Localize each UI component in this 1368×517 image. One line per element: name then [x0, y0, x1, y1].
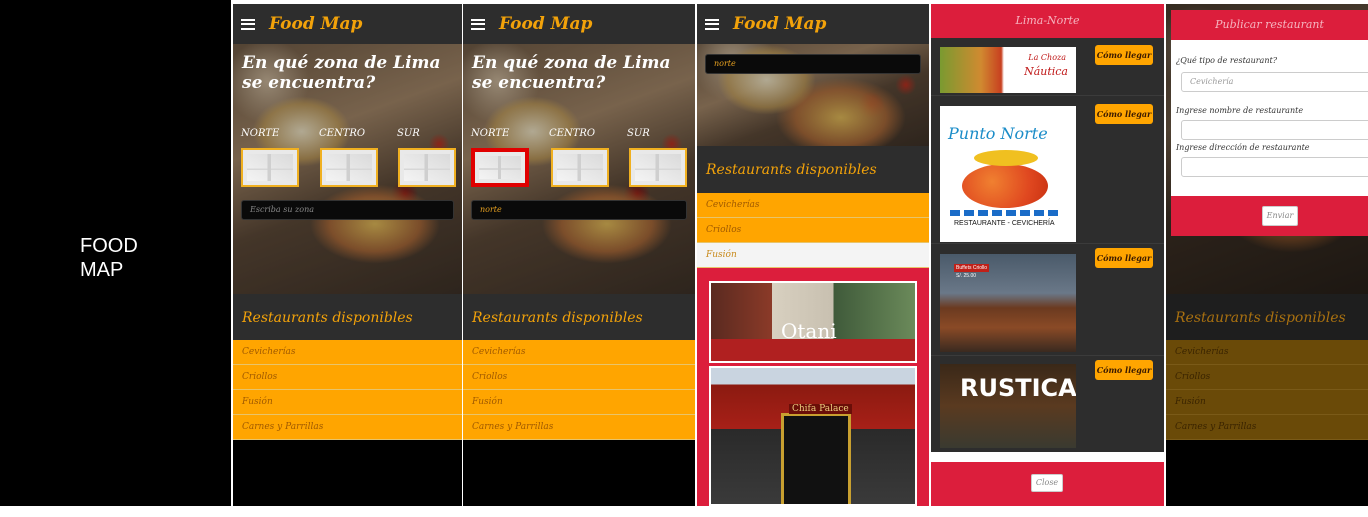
restaurant-name: Punto Norte [948, 124, 1048, 143]
category-criollos[interactable]: Criollos [463, 365, 695, 390]
available-title: Restaurants disponibles [472, 310, 643, 326]
restaurant-name-line1: La Choza [1028, 53, 1066, 62]
category-criollos: Criollos [1166, 365, 1368, 390]
results-list: La Choza Náutica Cómo llegar Punto Norte… [931, 38, 1164, 452]
menu-icon[interactable] [705, 18, 719, 30]
available-section: Restaurants disponibles [463, 294, 695, 340]
submit-button[interactable]: Enviar [1262, 206, 1298, 226]
restaurant-image-chifa[interactable]: Chifa Palace [709, 366, 917, 506]
category-carnes[interactable]: Carnes y Parrillas [463, 415, 695, 440]
waves-illustration [950, 210, 1060, 216]
category-fusion[interactable]: Fusión [233, 390, 462, 415]
address-label: Ingrese dirección de restaurante [1176, 143, 1310, 152]
zone-search-input[interactable]: norte [471, 200, 687, 220]
zone-label-centro: CENTRO [549, 128, 596, 139]
publish-screen: Restaurants disponibles Cevicherías Crio… [1166, 4, 1368, 506]
zone-label-sur: SUR [397, 128, 420, 139]
available-title: Restaurants disponibles [706, 162, 877, 178]
name-label: Ingrese nombre de restaurante [1176, 106, 1304, 115]
category-criollos[interactable]: Criollos [697, 218, 929, 243]
category-carnes: Carnes y Parrillas [1166, 415, 1368, 440]
buffet-price: S/. 25.00 [956, 273, 977, 279]
restaurant-logo-choza: La Choza Náutica [940, 47, 1076, 93]
zone-label-norte: NORTE [471, 128, 510, 139]
name-input[interactable] [1181, 120, 1368, 140]
close-button[interactable]: Close [1031, 474, 1063, 492]
type-label: ¿Qué tipo de restaurant? [1176, 56, 1277, 65]
app-logo: Food Map [733, 14, 827, 34]
category-cevicherias[interactable]: Cevicherías [233, 340, 462, 365]
restaurant-name-line2: Náutica [1024, 65, 1068, 78]
home-screen: Food Map En qué zona de Lima se encuentr… [233, 4, 462, 506]
map-centro[interactable] [551, 148, 609, 187]
map-sur[interactable] [398, 148, 456, 187]
category-carnes[interactable]: Carnes y Parrillas [233, 415, 462, 440]
how-to-get-button[interactable]: Cómo llegar [1095, 45, 1153, 65]
map-norte-selected[interactable] [471, 148, 529, 187]
publish-dialog: Publicar restaurant ¿Qué tipo de restaur… [1171, 10, 1368, 236]
map-sur[interactable] [629, 148, 687, 187]
available-title: Restaurants disponibles [242, 310, 413, 326]
intro-title: FOOD MAP [80, 235, 138, 281]
buffet-sign: Buffets Criollo [954, 264, 990, 272]
available-section: Restaurants disponibles [1166, 294, 1368, 340]
zone-label-sur: SUR [627, 128, 650, 139]
category-fusion-active[interactable]: Fusión [697, 243, 929, 268]
fusion-screen: Food Map norte Restaurants disponibles C… [697, 4, 929, 506]
zone-maps [471, 148, 687, 188]
restaurant-name: RUSTICA [960, 374, 1076, 402]
zone-label-norte: NORTE [241, 128, 280, 139]
publish-title: Publicar restaurant [1171, 10, 1368, 40]
app-header: Food Map [697, 4, 929, 44]
app-header: Food Map [233, 4, 462, 44]
how-to-get-button[interactable]: Cómo llegar [1095, 360, 1153, 380]
available-section: Restaurants disponibles [233, 294, 462, 340]
zone-question: En qué zona de Lima se encuentra? [472, 53, 671, 93]
restaurant-logo-punto-norte: Punto Norte RESTAURANTE - CEVICHERÍA [940, 106, 1076, 242]
zone-maps [241, 148, 456, 188]
zone-label-centro: CENTRO [319, 128, 366, 139]
fish-illustration [962, 164, 1048, 208]
otani-sign: Otani [781, 319, 837, 343]
zone-search-input[interactable]: Escriba su zona [241, 200, 454, 220]
zone-search-input[interactable]: norte [705, 54, 921, 74]
intro-panel: FOOD MAP [0, 0, 231, 506]
result-row: Punto Norte RESTAURANTE - CEVICHERÍA Cóm… [931, 96, 1164, 244]
category-cevicherias[interactable]: Cevicherías [463, 340, 695, 365]
result-row: RUSTICA Cómo llegar [931, 356, 1164, 452]
category-cevicherias: Cevicherías [1166, 340, 1368, 365]
category-cevicherias[interactable]: Cevicherías [697, 193, 929, 218]
app-logo: Food Map [499, 14, 593, 34]
menu-icon[interactable] [241, 18, 255, 30]
address-input[interactable] [1181, 157, 1368, 177]
available-title: Restaurants disponibles [1175, 310, 1346, 326]
how-to-get-button[interactable]: Cómo llegar [1095, 248, 1153, 268]
form-body: ¿Qué tipo de restaurant? Cevichería Ingr… [1171, 40, 1368, 196]
zone-question: En qué zona de Lima se encuentra? [242, 53, 441, 93]
restaurant-photo-buffet: Buffets Criollo S/. 25.00 [940, 254, 1076, 352]
restaurant-image-otani[interactable]: Otani [709, 281, 917, 363]
result-row: La Choza Náutica Cómo llegar [931, 38, 1164, 96]
available-section: Restaurants disponibles [697, 146, 929, 193]
result-row: Buffets Criollo S/. 25.00 Cómo llegar [931, 244, 1164, 356]
app-header: Food Map [463, 4, 695, 44]
app-logo: Food Map [269, 14, 363, 34]
form-footer: Enviar [1171, 196, 1368, 236]
menu-icon[interactable] [471, 18, 485, 30]
how-to-get-button[interactable]: Cómo llegar [1095, 104, 1153, 124]
restaurant-photo-rustica: RUSTICA [940, 364, 1076, 448]
home-screen-selected: Food Map En qué zona de Lima se encuentr… [463, 4, 695, 506]
chifa-sign: Chifa Palace [789, 404, 852, 414]
map-centro[interactable] [320, 148, 378, 187]
hat-illustration [974, 150, 1038, 166]
map-norte[interactable] [241, 148, 299, 187]
modal-title: Lima-Norte [931, 4, 1164, 38]
lima-norte-modal: Lima-Norte La Choza Náutica Cómo llegar … [931, 4, 1164, 506]
type-select[interactable]: Cevichería [1181, 72, 1368, 92]
category-criollos[interactable]: Criollos [233, 365, 462, 390]
modal-footer-divider [931, 452, 1164, 462]
category-fusion[interactable]: Fusión [463, 390, 695, 415]
restaurant-subtitle: RESTAURANTE - CEVICHERÍA [954, 220, 1055, 227]
category-fusion: Fusión [1166, 390, 1368, 415]
